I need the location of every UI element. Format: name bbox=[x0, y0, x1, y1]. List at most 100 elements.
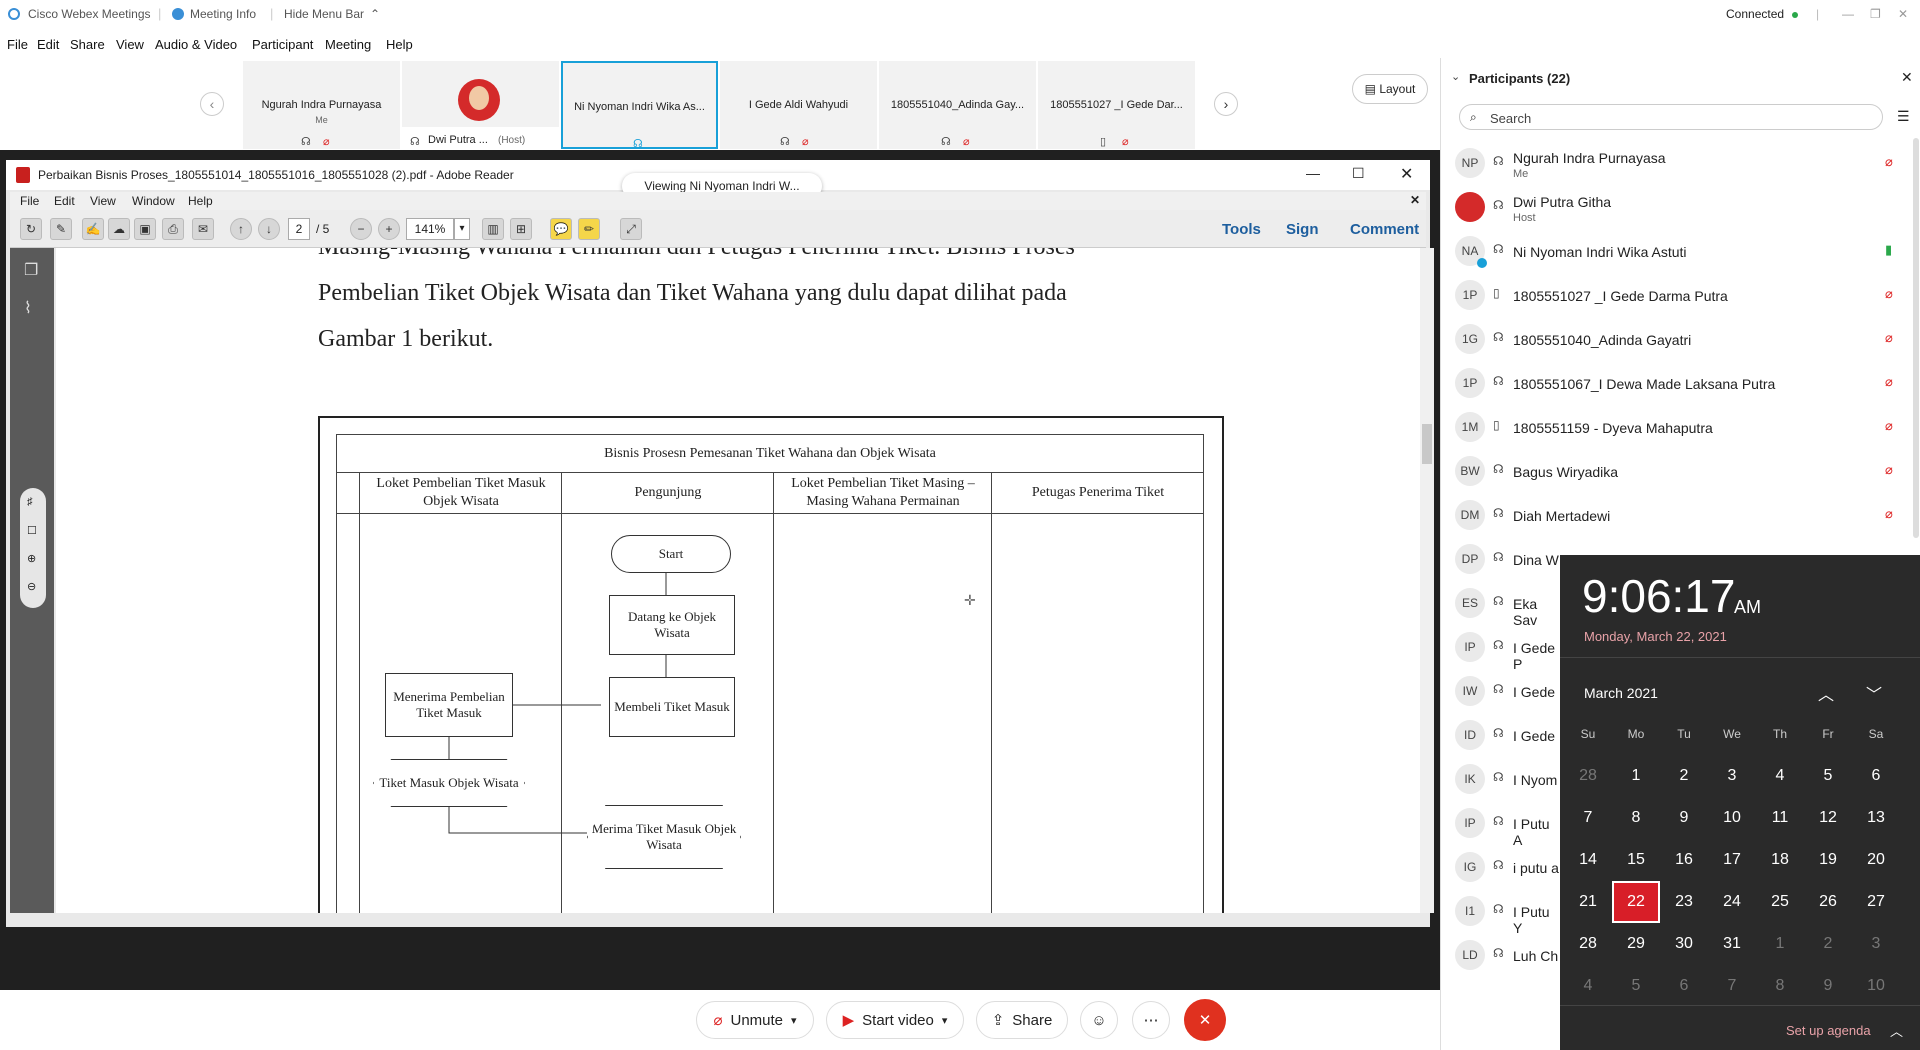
video-tile[interactable]: I Gede Aldi Wahyudi ☊ ⌀ bbox=[720, 61, 877, 149]
calendar-day[interactable]: 19 bbox=[1804, 839, 1852, 881]
zoom-out-icon[interactable]: ⊖ bbox=[27, 580, 36, 593]
calendar-day[interactable]: 2 bbox=[1660, 755, 1708, 797]
video-tile[interactable]: 1805551027 _I Gede Dar... ▯ ⌀ bbox=[1038, 61, 1195, 149]
zoom-out-icon[interactable]: − bbox=[350, 218, 372, 240]
participant-row[interactable]: DM ☊ Diah Mertadewi ⌀ bbox=[1455, 494, 1895, 538]
meeting-info-link[interactable]: Meeting Info bbox=[190, 7, 256, 21]
filmstrip-next-button[interactable]: › bbox=[1214, 92, 1238, 116]
participant-row[interactable]: NP ☊ Ngurah Indra Purnayasa Me ⌀ bbox=[1455, 142, 1895, 186]
menu-meeting[interactable]: Meeting bbox=[325, 37, 371, 52]
menu-audio-video[interactable]: Audio & Video bbox=[155, 37, 237, 52]
calendar-day[interactable]: 8 bbox=[1756, 965, 1804, 1007]
menu-view[interactable]: View bbox=[116, 37, 144, 52]
participant-row[interactable]: 1M ▯ 1805551159 - Dyeva Mahaputra ⌀ bbox=[1455, 406, 1895, 450]
page-down-icon[interactable]: ↓ bbox=[258, 218, 280, 240]
hide-menu-bar-link[interactable]: Hide Menu Bar bbox=[284, 7, 364, 21]
participant-row[interactable]: IP ☊ I Gede P bbox=[1455, 626, 1559, 672]
panel-scrollbar[interactable] bbox=[1913, 138, 1919, 538]
filmstrip-prev-button[interactable]: ‹ bbox=[200, 92, 224, 116]
calendar-day[interactable]: 4 bbox=[1756, 755, 1804, 797]
email-icon[interactable]: ✉ bbox=[192, 218, 214, 240]
calendar-day[interactable]: 21 bbox=[1564, 881, 1612, 923]
calendar-day[interactable]: 3 bbox=[1852, 923, 1900, 965]
calendar-day[interactable]: 4 bbox=[1564, 965, 1612, 1007]
participant-row[interactable]: ES ☊ Eka Sav bbox=[1455, 582, 1559, 628]
chevron-up-icon[interactable]: ︿ bbox=[1818, 681, 1834, 705]
reader-menu-edit[interactable]: Edit bbox=[54, 194, 75, 208]
participant-row[interactable]: 1G ☊ 1805551040_Adinda Gayatri ⌀ bbox=[1455, 318, 1895, 362]
chevron-down-icon[interactable]: ▾ bbox=[942, 1014, 948, 1027]
end-meeting-button[interactable]: ✕ bbox=[1184, 999, 1226, 1041]
reader-menu-window[interactable]: Window bbox=[132, 194, 175, 208]
calendar-day[interactable]: 23 bbox=[1660, 881, 1708, 923]
calendar-day[interactable]: 9 bbox=[1804, 965, 1852, 1007]
calendar-day[interactable]: 5 bbox=[1612, 965, 1660, 1007]
calendar-day[interactable]: 27 bbox=[1852, 881, 1900, 923]
chevron-down-icon[interactable]: ﹀ bbox=[1866, 681, 1882, 705]
clock-date[interactable]: Monday, March 22, 2021 bbox=[1584, 629, 1727, 644]
minimize-icon[interactable]: — bbox=[1306, 165, 1320, 181]
participant-row[interactable]: IW ☊ I Gede bbox=[1455, 670, 1559, 714]
more-options-button[interactable]: ⋯ bbox=[1132, 1001, 1170, 1039]
unmute-button[interactable]: ⌀ Unmute ▾ bbox=[696, 1001, 814, 1039]
attachment-icon[interactable]: ⌇ bbox=[24, 298, 32, 318]
page-up-icon[interactable]: ↑ bbox=[230, 218, 252, 240]
menu-participant[interactable]: Participant bbox=[252, 37, 313, 52]
zoom-in-icon[interactable]: + bbox=[378, 218, 400, 240]
comment-icon[interactable]: 💬 bbox=[550, 218, 572, 240]
reader-menu-file[interactable]: File bbox=[20, 194, 39, 208]
calendar-day[interactable]: 11 bbox=[1756, 797, 1804, 839]
participant-row[interactable]: BW ☊ Bagus Wiryadika ⌀ bbox=[1455, 450, 1895, 494]
calendar-day[interactable]: 1 bbox=[1756, 923, 1804, 965]
mic-active-icon[interactable]: ▮ bbox=[1885, 242, 1892, 258]
chevron-up-icon[interactable]: ︿ bbox=[1890, 1021, 1903, 1040]
calendar-day[interactable]: 29 bbox=[1612, 923, 1660, 965]
calendar-day[interactable]: 24 bbox=[1708, 881, 1756, 923]
menu-edit[interactable]: Edit bbox=[37, 37, 59, 52]
menu-file[interactable]: File bbox=[7, 37, 28, 52]
sign-tab[interactable]: Sign bbox=[1286, 221, 1319, 238]
tools-tab[interactable]: Tools bbox=[1222, 221, 1261, 238]
participant-row[interactable]: IK ☊ I Nyom bbox=[1455, 758, 1559, 802]
chevron-down-icon[interactable]: ⌄ bbox=[1451, 70, 1460, 83]
chevron-up-icon[interactable]: ⌃ bbox=[370, 7, 380, 21]
calendar-day[interactable]: 12 bbox=[1804, 797, 1852, 839]
calendar-day[interactable]: 16 bbox=[1660, 839, 1708, 881]
close-icon[interactable]: ✕ bbox=[1400, 164, 1413, 184]
reader-menu-view[interactable]: View bbox=[90, 194, 116, 208]
participant-row[interactable]: 1P ▯ 1805551027 _I Gede Darma Putra ⌀ bbox=[1455, 274, 1895, 318]
reader-scrollbar[interactable] bbox=[1420, 248, 1434, 913]
calendar-day[interactable]: 8 bbox=[1612, 797, 1660, 839]
calendar-day[interactable]: 25 bbox=[1756, 881, 1804, 923]
zoom-level-input[interactable]: 141% bbox=[406, 218, 454, 240]
mic-muted-icon[interactable]: ⌀ bbox=[1885, 330, 1893, 346]
participant-row[interactable]: DP ☊ Dina W bbox=[1455, 538, 1559, 582]
calendar-month[interactable]: March 2021 bbox=[1584, 685, 1658, 701]
select-icon[interactable]: ♯ bbox=[27, 496, 33, 508]
participant-row[interactable]: ☊ Dwi Putra Githa Host bbox=[1455, 186, 1895, 230]
restore-icon[interactable]: ❐ bbox=[1870, 7, 1881, 21]
calendar-day[interactable]: 7 bbox=[1564, 797, 1612, 839]
fit-page-icon[interactable]: ▥ bbox=[482, 218, 504, 240]
close-document-icon[interactable]: ✕ bbox=[1410, 193, 1420, 207]
reader-menu-help[interactable]: Help bbox=[188, 194, 213, 208]
video-tile-active[interactable]: Ni Nyoman Indri Wika As... ☊ bbox=[561, 61, 718, 150]
chevron-down-icon[interactable]: ▾ bbox=[454, 218, 470, 240]
participant-row[interactable]: IP ☊ I Putu A bbox=[1455, 802, 1559, 848]
calendar-day[interactable]: 10 bbox=[1852, 965, 1900, 1007]
setup-agenda-link[interactable]: Set up agenda bbox=[1786, 1023, 1871, 1038]
print-icon[interactable]: ⎙ bbox=[162, 218, 184, 240]
calendar-day[interactable]: 6 bbox=[1852, 755, 1900, 797]
start-video-button[interactable]: ▶ Start video ▾ bbox=[826, 1001, 964, 1039]
calendar-day[interactable]: 14 bbox=[1564, 839, 1612, 881]
mic-muted-icon[interactable]: ⌀ bbox=[1885, 462, 1893, 478]
calendar-day[interactable]: 28 bbox=[1564, 923, 1612, 965]
participant-row[interactable]: 1P ☊ 1805551067_I Dewa Made Laksana Putr… bbox=[1455, 362, 1895, 406]
calendar-day[interactable]: 7 bbox=[1708, 965, 1756, 1007]
save-icon[interactable]: ▣ bbox=[134, 218, 156, 240]
calendar-day[interactable]: 2 bbox=[1804, 923, 1852, 965]
calendar-day[interactable]: 18 bbox=[1756, 839, 1804, 881]
fit-width-icon[interactable]: ⊞ bbox=[510, 218, 532, 240]
video-tile[interactable]: ☊ Dwi Putra ... (Host) bbox=[402, 61, 559, 149]
participant-row[interactable]: NA ☊ Ni Nyoman Indri Wika Astuti ▮ bbox=[1455, 230, 1895, 274]
